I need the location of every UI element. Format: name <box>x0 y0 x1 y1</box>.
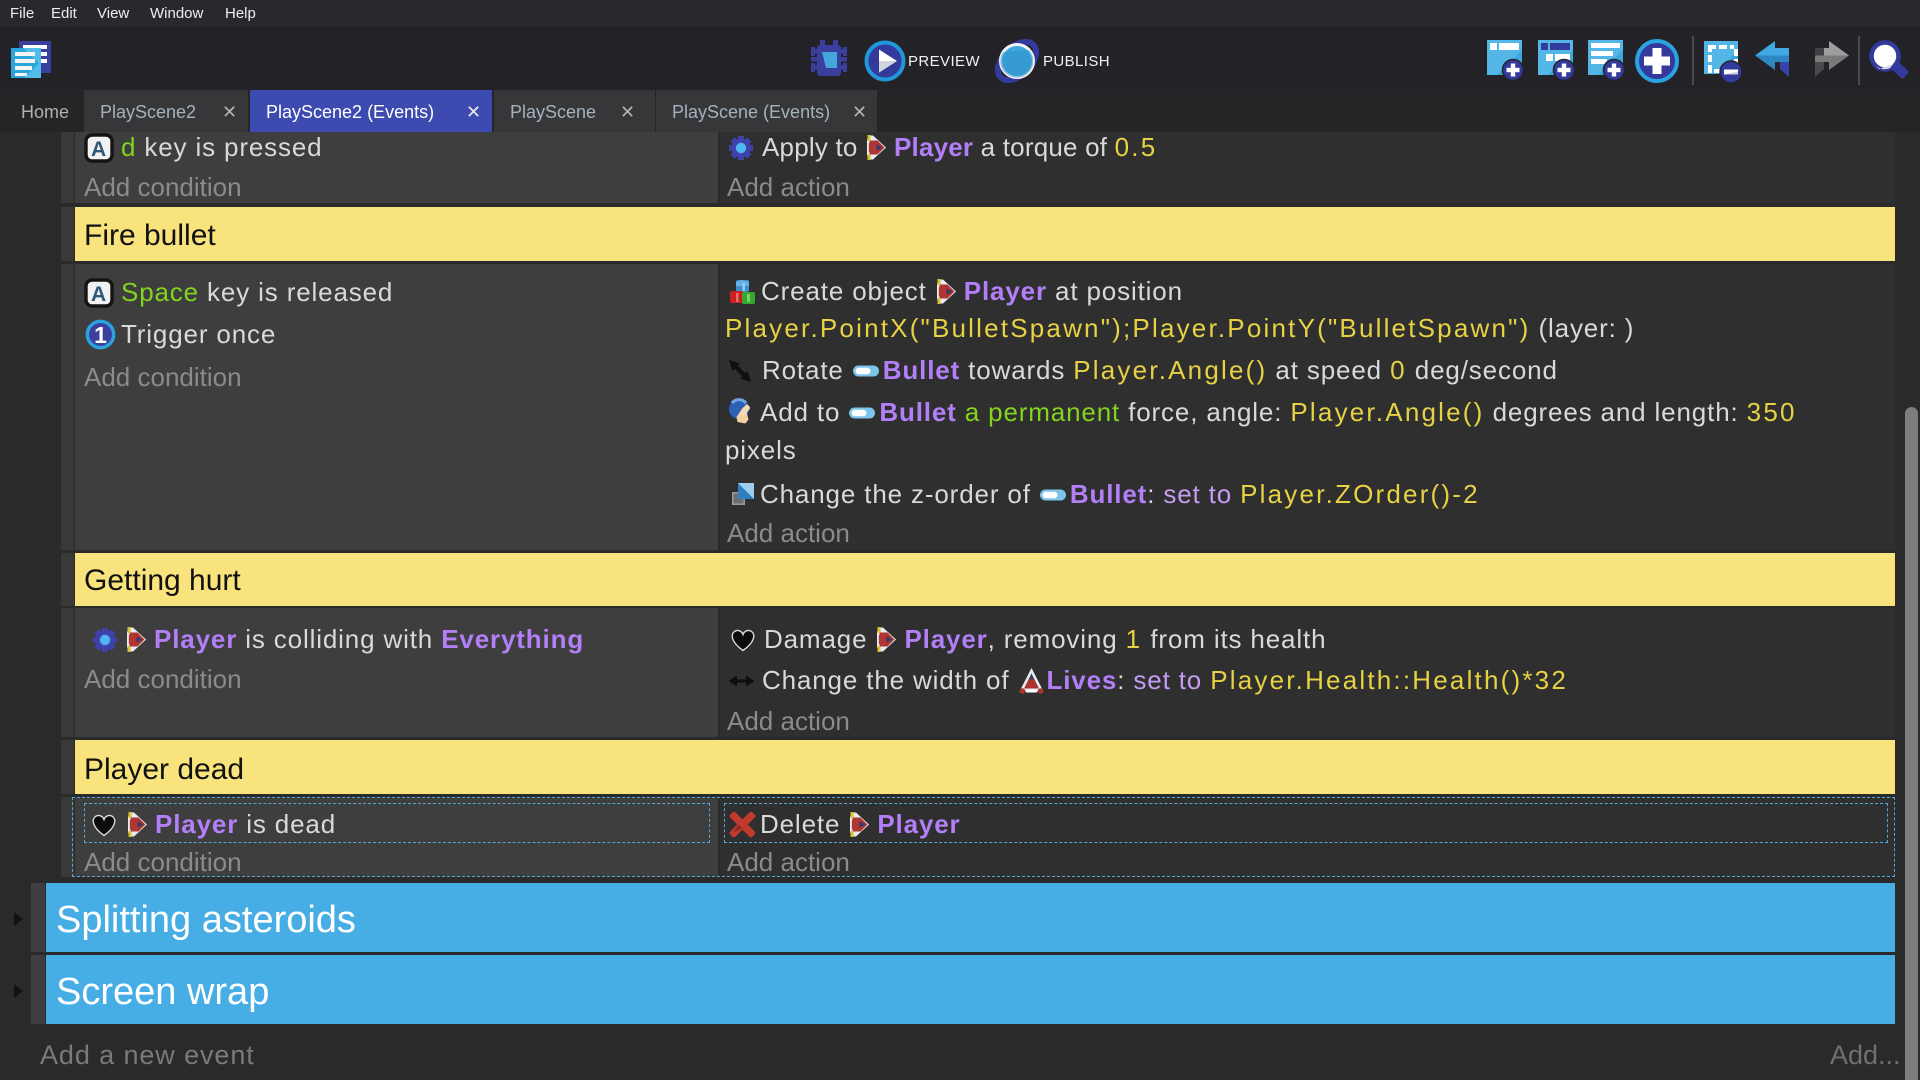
svg-text:A: A <box>91 283 107 306</box>
svg-text:1: 1 <box>94 322 108 348</box>
svg-text:A: A <box>91 138 107 161</box>
